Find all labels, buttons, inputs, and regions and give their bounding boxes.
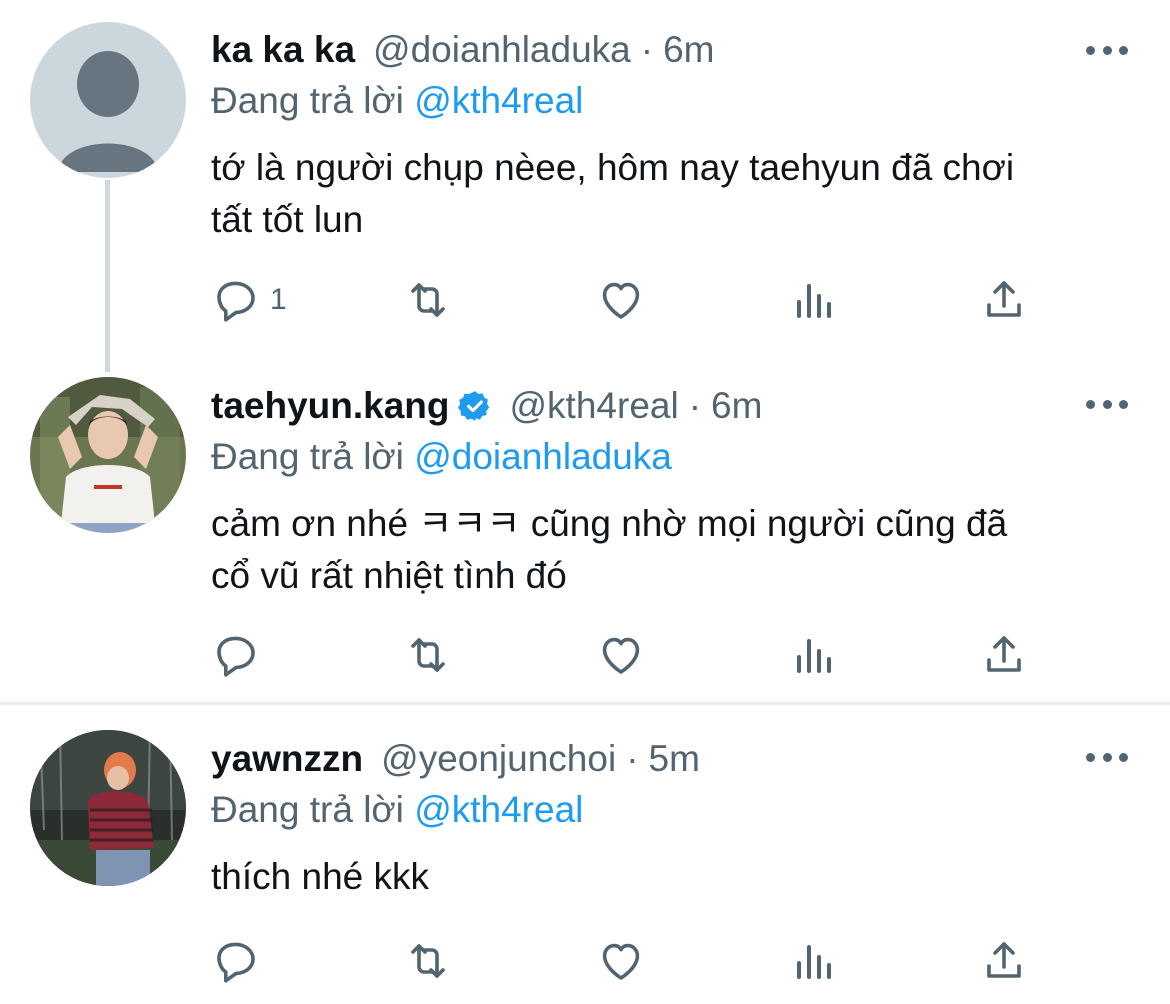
reply-button[interactable] <box>212 625 270 685</box>
user-photo <box>30 730 186 886</box>
tweet-text: thích nhé kkk <box>211 851 1121 903</box>
like-button[interactable] <box>597 931 645 991</box>
like-button[interactable] <box>597 270 645 330</box>
user-handle[interactable]: @yeonjunchoi <box>381 738 616 780</box>
tweet-header: yawnzzn @yeonjunchoi · 5m <box>211 733 700 785</box>
share-icon <box>987 942 1021 978</box>
more-icon[interactable] <box>1086 747 1128 767</box>
tweet-text-line: cảm ơn nhé ㅋㅋㅋ cũng nhờ mọi người cũng đ… <box>211 503 1008 544</box>
user-photo <box>30 377 186 533</box>
avatar[interactable] <box>30 22 186 178</box>
tweet-header: ka ka ka @doianhladuka · 6m <box>211 24 714 76</box>
reply-prefix: Đang trả lời <box>211 789 415 830</box>
tweet-actions: 1 <box>0 270 1170 330</box>
separator-dot: · <box>626 738 639 779</box>
avatar[interactable] <box>30 730 186 886</box>
retweet-button[interactable] <box>404 931 452 991</box>
share-icon <box>987 636 1021 672</box>
more-icon[interactable] <box>1086 40 1128 60</box>
display-name[interactable]: ka ka ka <box>211 29 355 71</box>
replying-to: Đang trả lời @kth4real <box>211 80 583 122</box>
like-button[interactable] <box>597 625 645 685</box>
timestamp[interactable]: 5m <box>649 738 700 780</box>
retweet-button[interactable] <box>404 625 452 685</box>
share-button[interactable] <box>980 625 1028 685</box>
separator-dot: · <box>688 385 702 426</box>
views-icon <box>797 639 831 673</box>
retweet-icon <box>411 944 445 978</box>
tweet-text-line: thích nhé kkk <box>211 856 430 897</box>
reply-count: 1 <box>270 283 287 316</box>
separator-dot: · <box>640 29 654 70</box>
reply-mention-link[interactable]: @doianhladuka <box>414 436 672 477</box>
views-icon <box>797 945 831 979</box>
user-handle[interactable]: @kth4real <box>510 385 679 427</box>
retweet-icon <box>411 283 445 317</box>
more-icon[interactable] <box>1086 394 1128 414</box>
replying-to: Đang trả lời @doianhladuka <box>211 436 672 478</box>
reply-prefix: Đang trả lời <box>211 80 415 121</box>
share-button[interactable] <box>980 931 1028 991</box>
views-icon <box>797 284 831 318</box>
tweet-2[interactable]: taehyun.kang @kth4real · 6m Đang trả lời… <box>0 360 1170 702</box>
share-button[interactable] <box>980 270 1028 330</box>
verified-badge-icon <box>457 391 489 421</box>
user-handle[interactable]: @doianhladuka <box>373 29 631 71</box>
views-button[interactable] <box>789 931 837 991</box>
reply-icon <box>217 281 255 322</box>
timestamp[interactable]: 6m <box>711 385 762 427</box>
heart-icon <box>602 943 640 980</box>
views-button[interactable] <box>789 270 837 330</box>
retweet-icon <box>411 638 445 672</box>
tweet-text-line: tất tốt lun <box>211 199 364 240</box>
display-name[interactable]: yawnzzn <box>211 738 363 780</box>
share-icon <box>987 281 1021 317</box>
tweet-text-line: cổ vũ rất nhiệt tình đó <box>211 555 567 596</box>
tweet-text-line: tớ là người chụp nèee, hôm nay taehyun đ… <box>211 147 1015 188</box>
reply-icon <box>217 942 255 983</box>
timestamp[interactable]: 6m <box>663 29 714 71</box>
tweet-3[interactable]: yawnzzn @yeonjunchoi · 5m Đang trả lời @… <box>0 705 1170 1004</box>
reply-button[interactable] <box>212 931 270 991</box>
tweet-text: cảm ơn nhé ㅋㅋㅋ cũng nhờ mọi người cũng đ… <box>211 498 1121 602</box>
tweet-text: tớ là người chụp nèee, hôm nay taehyun đ… <box>211 142 1121 246</box>
reply-icon <box>217 636 255 677</box>
replying-to: Đang trả lời @kth4real <box>211 789 583 831</box>
heart-icon <box>602 637 640 674</box>
default-profile-icon <box>30 22 186 178</box>
retweet-button[interactable] <box>404 270 452 330</box>
avatar[interactable] <box>30 377 186 533</box>
tweet-1[interactable]: ka ka ka @doianhladuka · 6m Đang trả lời… <box>0 0 1170 372</box>
display-name[interactable]: taehyun.kang <box>211 385 450 427</box>
heart-icon <box>602 282 640 319</box>
reply-mention-link[interactable]: @kth4real <box>414 789 583 830</box>
tweet-header: taehyun.kang @kth4real · 6m <box>211 380 762 432</box>
tweet-actions <box>0 931 1170 991</box>
reply-button[interactable]: 1 <box>212 270 287 330</box>
reply-mention-link[interactable]: @kth4real <box>414 80 583 121</box>
reply-prefix: Đang trả lời <box>211 436 415 477</box>
tweet-actions <box>0 625 1170 685</box>
views-button[interactable] <box>789 625 837 685</box>
